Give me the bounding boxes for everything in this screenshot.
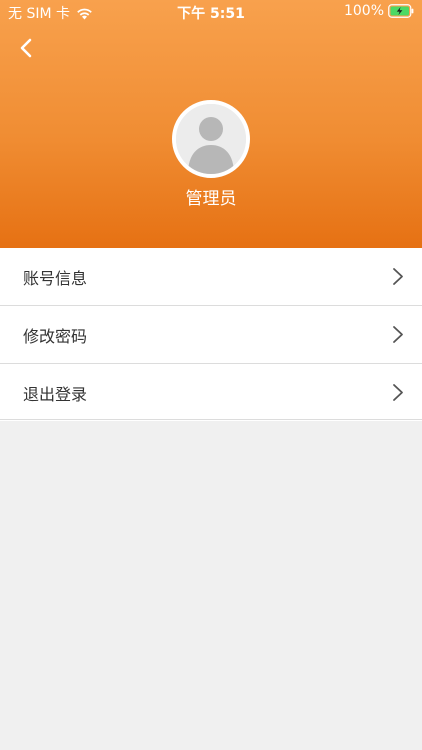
menu-item-label: 修改密码: [23, 326, 88, 346]
back-button[interactable]: [12, 34, 40, 62]
profile-header: 无 SIM 卡 下午 5:51 100% 管理员: [0, 0, 422, 248]
menu-item-account-info[interactable]: 账号信息: [0, 248, 422, 305]
battery-charging-icon: [388, 4, 414, 18]
user-avatar-icon: [176, 104, 246, 174]
username-label: 管理员: [185, 189, 237, 209]
menu-item-label: 退出登录: [23, 384, 88, 404]
chevron-right-icon: [393, 326, 403, 343]
menu-item-label: 账号信息: [23, 268, 88, 288]
menu-item-change-password[interactable]: 修改密码: [0, 306, 422, 363]
status-bar: 无 SIM 卡 下午 5:51 100%: [0, 0, 422, 24]
battery-percent: 100%: [343, 3, 384, 19]
menu-divider: [0, 419, 422, 420]
menu-item-logout[interactable]: 退出登录: [0, 364, 422, 421]
settings-menu: 账号信息 修改密码 退出登录: [0, 248, 422, 421]
profile-screen: 无 SIM 卡 下午 5:51 100% 管理员 账号信息 修改密码 退出登录: [0, 0, 422, 750]
chevron-left-icon: [20, 38, 32, 58]
chevron-right-icon: [393, 384, 403, 401]
avatar[interactable]: [172, 100, 250, 178]
chevron-right-icon: [393, 268, 403, 285]
